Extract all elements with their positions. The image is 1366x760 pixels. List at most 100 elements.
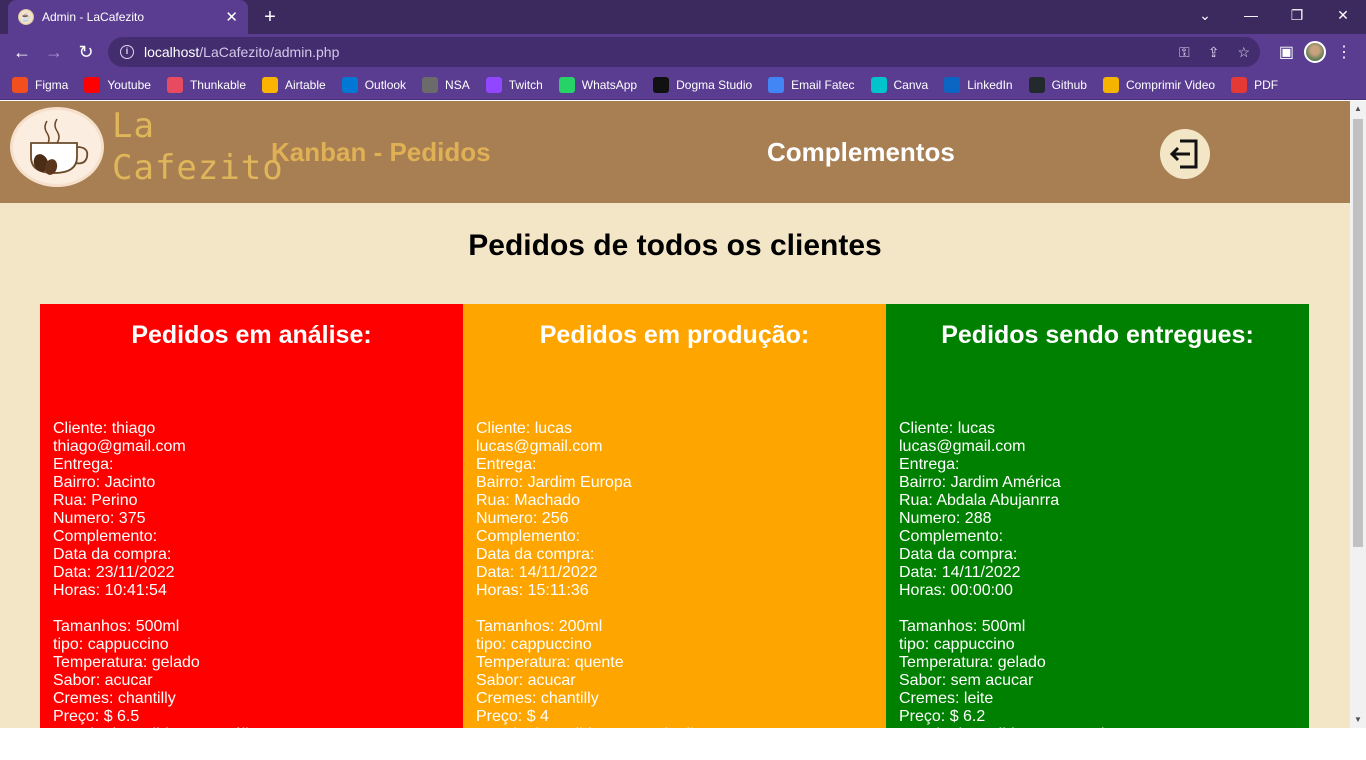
scroll-up-icon[interactable]: ▲	[1350, 101, 1366, 117]
tab-title: Admin - LaCafezito	[42, 10, 145, 24]
close-tab-icon[interactable]: ✕	[225, 8, 238, 26]
order-card: Cliente: lucas lucas@gmail.com Entrega: Bai…	[899, 420, 1296, 728]
pdf-icon	[1231, 76, 1248, 93]
order-complemento: Complemento:	[899, 528, 1004, 545]
order-horas: Horas: 10:41:54	[53, 582, 167, 599]
order-rua: Rua: Machado	[476, 492, 581, 509]
bookmark-label: PDF	[1254, 77, 1279, 92]
order-tamanhos: Tamanhos: 500ml	[53, 618, 180, 635]
email-fatec-icon	[768, 76, 785, 93]
bookmark-airtable[interactable]: Airtable	[262, 76, 326, 93]
address-bar[interactable]: i localhost/LaCafezito/admin.php ⚿ ⇪ ☆	[108, 37, 1260, 67]
back-icon[interactable]: ←	[6, 36, 38, 68]
bookmark-email-fatec[interactable]: Email Fatec	[768, 76, 855, 93]
coffee-cup-logo-icon[interactable]	[10, 107, 104, 187]
bookmark-whatsapp[interactable]: WhatsApp	[558, 76, 637, 93]
whatsapp-icon	[558, 76, 575, 93]
brand-logo-text: La Cafezito	[112, 105, 284, 189]
order-preco: Preço: $ 6.2	[899, 708, 986, 725]
order-cremes: Cremes: chantilly	[53, 690, 176, 707]
forward-icon[interactable]: →	[38, 36, 70, 68]
minimize-icon[interactable]: —	[1228, 0, 1274, 30]
order-temperatura: Temperatura: quente	[476, 654, 624, 671]
share-icon[interactable]: ⇪	[1208, 44, 1220, 61]
key-icon[interactable]: ⚿	[1179, 44, 1190, 61]
vertical-scrollbar[interactable]: ▲ ▼	[1350, 101, 1366, 728]
browser-tab-active[interactable]: ☕ Admin - LaCafezito ✕	[8, 0, 248, 34]
bookmark-github[interactable]: Github	[1028, 76, 1087, 93]
site-info-icon[interactable]: i	[120, 45, 134, 59]
order-card: Cliente: lucas lucas@gmail.com Entrega: Bai…	[476, 420, 873, 728]
order-sabor: Sabor: acucar	[476, 672, 576, 689]
order-temperatura: Temperatura: gelado	[53, 654, 200, 671]
profile-avatar[interactable]	[1304, 41, 1326, 63]
thunkable-icon	[166, 76, 183, 93]
order-spacer	[53, 600, 450, 618]
column-title: Pedidos em produção:	[539, 321, 810, 349]
page-title: Pedidos de todos os clientes	[468, 229, 882, 262]
menu-icon[interactable]: ⋮	[1336, 42, 1352, 62]
linkedin-icon	[944, 76, 961, 93]
bookmark-figma[interactable]: Figma	[12, 76, 69, 93]
bookmark-dogma-studio[interactable]: Dogma Studio	[653, 76, 753, 93]
browser-toolbar: ← → ↻ i localhost/LaCafezito/admin.php ⚿…	[0, 34, 1366, 70]
order-cremes: Cremes: chantilly	[476, 690, 599, 707]
bookmark-linkedin[interactable]: LinkedIn	[944, 76, 1013, 93]
bookmark-label: Figma	[35, 77, 69, 92]
nsa-icon	[422, 76, 439, 93]
bookmark-label: Github	[1051, 77, 1087, 92]
tab-search-icon[interactable]: ⌄	[1182, 0, 1228, 30]
order-entrega: Entrega:	[899, 456, 960, 473]
twitch-icon	[485, 76, 502, 93]
bookmark-thunkable[interactable]: Thunkable	[166, 76, 246, 93]
nav-complementos-link[interactable]: Complementos	[767, 137, 955, 168]
bookmark-pdf[interactable]: PDF	[1231, 76, 1279, 93]
order-cliente: Cliente: lucas	[476, 420, 573, 437]
scroll-down-icon[interactable]: ▼	[1350, 712, 1366, 728]
bookmark-label: Dogma Studio	[676, 77, 753, 92]
github-icon	[1028, 76, 1045, 93]
order-card: Cliente: thiago thiago@gmail.com Entrega: B…	[53, 420, 450, 728]
compress-video-icon	[1102, 76, 1119, 93]
order-numero: Numero: 256	[476, 510, 569, 527]
order-data-compra: Data da compra:	[476, 546, 595, 563]
logout-button[interactable]	[1160, 129, 1210, 179]
bookmark-label: NSA	[445, 77, 470, 92]
order-temperatura: Temperatura: gelado	[899, 654, 1046, 671]
restore-icon[interactable]: ❐	[1274, 0, 1320, 30]
bookmark-comprimir-video[interactable]: Comprimir Video	[1102, 76, 1215, 93]
order-numero: Numero: 375	[53, 510, 146, 527]
airtable-icon	[262, 76, 278, 93]
order-rua: Rua: Perino	[53, 492, 138, 509]
bookmark-twitch[interactable]: Twitch	[485, 76, 543, 93]
order-data: Data: 14/11/2022	[899, 564, 1021, 581]
kanban-board: Pedidos em análise: Cliente: thiago thiago…	[40, 304, 1309, 728]
column-sendo-entregues: Pedidos sendo entregues: Cliente: lucas lu…	[886, 304, 1309, 728]
reload-icon[interactable]: ↻	[70, 36, 102, 68]
bookmark-canva[interactable]: Canva	[870, 76, 929, 93]
order-data: Data: 14/11/2022	[476, 564, 598, 581]
logo-text-line-2: Cafezito	[112, 148, 284, 188]
column-title: Pedidos em análise:	[131, 321, 372, 349]
bookmark-nsa[interactable]: NSA	[422, 76, 470, 93]
side-panel-icon[interactable]: ▣	[1279, 42, 1294, 62]
site-header: La Cafezito Kanban - Pedidos Complemento…	[0, 101, 1350, 203]
order-spacer	[899, 600, 1296, 618]
bookmark-label: Canva	[893, 77, 929, 92]
column-title: Pedidos sendo entregues:	[941, 321, 1254, 349]
nav-kanban-link[interactable]: Kanban - Pedidos	[271, 137, 491, 168]
scrollbar-thumb[interactable]	[1353, 119, 1363, 547]
bookmark-outlook[interactable]: Outlook	[341, 76, 406, 93]
close-window-icon[interactable]: ✕	[1320, 0, 1366, 30]
canva-icon	[870, 76, 887, 93]
new-tab-icon[interactable]: +	[258, 5, 282, 29]
order-email: lucas@gmail.com	[899, 438, 1026, 455]
order-preco: Preço: $ 4	[476, 708, 549, 725]
order-horas: Horas: 15:11:36	[476, 582, 589, 599]
order-cremes: Cremes: leite	[899, 690, 994, 707]
order-tamanhos: Tamanhos: 500ml	[899, 618, 1026, 635]
bookmark-star-icon[interactable]: ☆	[1237, 44, 1250, 61]
order-horas: Horas: 00:00:00	[899, 582, 1013, 599]
bookmark-youtube[interactable]: Youtube	[84, 76, 151, 93]
bookmark-label: Youtube	[107, 77, 151, 92]
